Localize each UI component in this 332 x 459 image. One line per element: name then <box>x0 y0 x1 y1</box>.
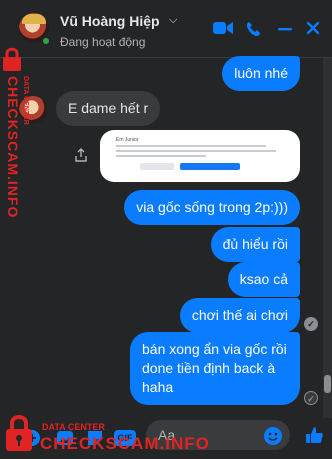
chevron-down-icon[interactable]: ⌵ <box>169 14 177 27</box>
watermark-subtext: DATA CENTER <box>22 76 29 125</box>
plus-circle-icon[interactable] <box>24 430 40 446</box>
delivered-check-icon: ✓ <box>304 391 318 405</box>
phone-call-icon[interactable] <box>246 21 262 37</box>
gif-button[interactable]: GIF <box>114 430 136 446</box>
message-bubble-outgoing[interactable]: via gốc sống trong 2p:))) <box>124 190 300 225</box>
watermark-vertical: CHECKSCAM.INFO DATA CENTER <box>0 46 32 219</box>
active-status: Đang hoạt động <box>60 35 146 49</box>
video-call-icon[interactable] <box>213 21 233 35</box>
like-thumb-icon[interactable] <box>304 425 324 445</box>
scrollbar-thumb[interactable] <box>324 375 331 393</box>
message-bubble-outgoing[interactable]: luôn nhé <box>222 56 300 91</box>
sticker-icon[interactable] <box>86 429 104 447</box>
contact-name[interactable]: Vũ Hoàng Hiệp <box>60 13 160 29</box>
message-bubble-outgoing[interactable]: bán xong ẩn via gốc rồi done tiền định b… <box>130 332 300 405</box>
close-icon[interactable] <box>306 21 320 35</box>
message-bubble-outgoing[interactable]: chơi thế ai chơi <box>179 298 300 333</box>
message-bubble-outgoing[interactable]: ksao cả <box>227 262 300 297</box>
sent-check-icon: ✓ <box>304 317 318 331</box>
scrollbar-track[interactable] <box>323 58 332 418</box>
image-attach-icon[interactable] <box>56 429 74 447</box>
minimize-icon[interactable] <box>277 21 293 37</box>
emoji-icon[interactable] <box>264 427 282 445</box>
share-icon[interactable] <box>74 148 88 162</box>
shared-screenshot-image[interactable]: Em Junior <box>100 130 300 182</box>
message-bubble-incoming[interactable]: E dame hết r <box>56 91 161 126</box>
watermark-text: CHECKSCAM.INFO <box>5 76 21 219</box>
conversation-header: Vũ Hoàng Hiệp ⌵ Đang hoạt động <box>0 0 332 58</box>
message-bubble-outgoing[interactable]: đủ hiểu rồi <box>210 227 300 262</box>
screenshot-preview-title: Em Junior <box>116 137 139 143</box>
online-status-dot <box>41 36 51 46</box>
lock-icon <box>3 47 21 71</box>
